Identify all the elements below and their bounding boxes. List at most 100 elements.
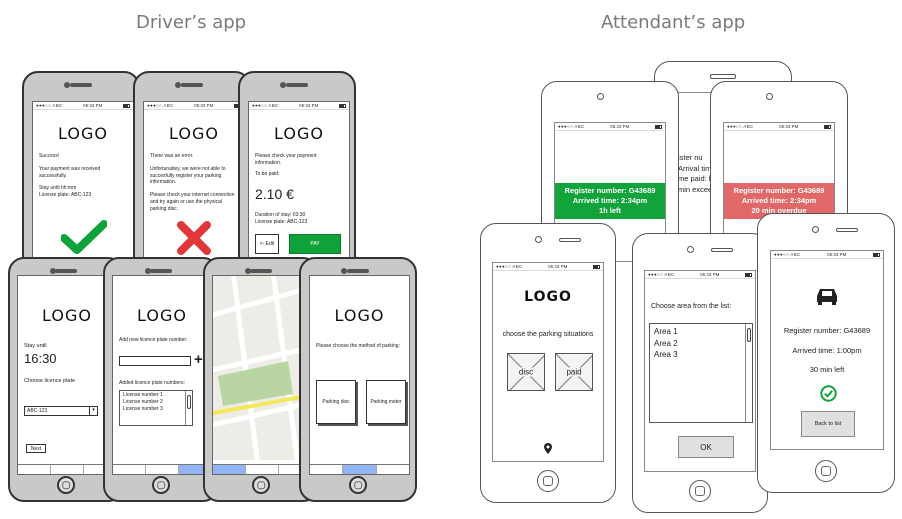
home-button[interactable] xyxy=(815,460,837,482)
home-button[interactable] xyxy=(689,480,711,502)
parking-disc-button[interactable]: Parking disc xyxy=(316,380,356,424)
register-number: Register number: G43689 xyxy=(564,186,656,195)
scrollbar[interactable] xyxy=(185,391,192,425)
tab-home[interactable]: Home xyxy=(51,465,84,474)
method-prompt: Please choose the method of parking: xyxy=(316,343,400,349)
new-plate-input[interactable] xyxy=(119,356,191,366)
pay-button[interactable]: PAY xyxy=(289,234,341,254)
list-item[interactable]: Area 2 xyxy=(654,338,748,350)
register-number: Register number: G43689 xyxy=(733,186,825,195)
disc-label: disc xyxy=(516,367,536,377)
choose-prompt: choose the parking situations xyxy=(502,331,594,338)
plate-select[interactable]: ABC-123 ▾ xyxy=(24,406,98,416)
driver-error-phone: ●●●○○ ABC 05:33 PM LOGO There was an erro… xyxy=(133,71,251,281)
error-line2: Please check your internet connection an… xyxy=(150,192,235,212)
tab-map[interactable]: Map xyxy=(213,465,246,474)
back-to-list-button[interactable]: Back to list xyxy=(801,411,855,437)
area-prompt: Choose area from the list: xyxy=(651,303,732,310)
status-bar: ●●●○○ ABC 05:33 PM xyxy=(33,102,133,110)
arrived-time: Arrived time: 1:00pm xyxy=(792,345,862,355)
home-button[interactable] xyxy=(349,476,367,494)
scrollbar[interactable] xyxy=(745,324,752,422)
driver-success-phone: ●●●○○ ABC 05:33 PM LOGO Success! Your pay… xyxy=(22,71,140,281)
choose-plate-label: Choose licence plate xyxy=(24,378,76,385)
arrived-time: Arrived time: 2:34pm xyxy=(741,196,817,206)
location-pin-icon[interactable] xyxy=(543,443,553,455)
payment-amount: 2.10 € xyxy=(255,186,294,203)
status-banner-ok: Register number: G43689 Arrived time: 2:… xyxy=(555,183,665,220)
paid-label: paid xyxy=(564,367,584,377)
list-item[interactable]: License number 2 xyxy=(123,399,189,406)
list-item[interactable]: Area 1 xyxy=(654,326,748,338)
driver-method-phone: LOGO Please choose the method of parking… xyxy=(299,257,417,502)
stay-until-label: Stay until xyxy=(24,343,47,349)
home-button[interactable] xyxy=(537,470,559,492)
register-number: Register number: G43689 xyxy=(783,326,871,335)
add-plate-label: Add new licence plate number: xyxy=(119,337,188,343)
add-plate-icon[interactable]: + xyxy=(194,352,203,367)
tab-map[interactable]: Map xyxy=(310,465,344,474)
list-item[interactable]: License number 1 xyxy=(123,392,189,399)
stay-until-text: Stay until hh:mm xyxy=(39,185,77,192)
choose-screen: ●●●○○ ABC 05:33 PM LOGO choose the parkin… xyxy=(492,262,604,462)
map-screen: Map Home Settings xyxy=(212,275,312,475)
app-logo: LOGO xyxy=(334,306,385,325)
app-logo: LOGO xyxy=(137,306,187,325)
error-x-icon xyxy=(177,221,211,255)
to-be-paid-label: To be paid: xyxy=(255,170,280,177)
attendant-app-title: Attendant’s app xyxy=(601,12,746,33)
method-screen: LOGO Please choose the method of parking… xyxy=(309,275,410,475)
tab-home[interactable]: Home xyxy=(246,465,279,474)
license-plate-text: License plate: ABC-123 xyxy=(39,192,92,198)
map-view[interactable] xyxy=(213,276,312,460)
disc-button[interactable]: disc xyxy=(507,353,545,391)
detail-screen: ●●●○○ ABC 05:33 PM Register number: G4368… xyxy=(770,250,884,450)
added-plates-label: Added licence plate numbers: xyxy=(119,380,185,386)
car-icon xyxy=(817,289,837,305)
stay-until-time: 16:30 xyxy=(24,351,57,367)
tab-settings[interactable]: Settings xyxy=(377,465,409,474)
payment-screen: ●●●○○ ABC 05:33 PM LOGO Please check your… xyxy=(248,101,350,281)
tab-map[interactable]: Map xyxy=(113,465,146,474)
app-logo: LOGO xyxy=(524,289,572,305)
driver-payment-phone: ●●●○○ ABC 05:33 PM LOGO Please check your… xyxy=(238,71,356,281)
tab-map[interactable]: Map xyxy=(18,465,51,474)
area-screen: ●●●○○ ABC 05:33 PM Choose area from the l… xyxy=(644,270,756,472)
list-item[interactable]: Area 3 xyxy=(654,349,748,361)
tab-bar: Map Home Settings xyxy=(113,464,211,474)
payment-intro: Please check your payment information. xyxy=(255,153,317,166)
tab-bar: Map Home Settings xyxy=(310,464,409,474)
driver-settings-phone: LOGO Add new licence plate number: + Add… xyxy=(103,257,219,502)
list-item[interactable]: License number 3 xyxy=(123,406,189,413)
error-line1: Unfortunatley, we were not able to succe… xyxy=(150,165,226,186)
attendant-area-phone: ●●●○○ ABC 05:33 PM Choose area from the l… xyxy=(632,233,768,513)
error-message: There was an error. Unfortunatley, we we… xyxy=(144,143,244,212)
time-left: 30 min left xyxy=(809,365,845,374)
tab-bar: Map Home Settings xyxy=(18,464,116,474)
tab-bar: Map Home Settings xyxy=(213,464,311,474)
paid-button[interactable]: paid xyxy=(555,353,593,391)
tab-home[interactable]: Home xyxy=(146,465,179,474)
check-circle-icon xyxy=(820,385,837,402)
ok-button[interactable]: OK xyxy=(678,436,734,458)
arrived-time: Arrived time: 2:34pm xyxy=(572,196,648,206)
area-list[interactable]: Area 1 Area 2 Area 3 xyxy=(649,323,753,423)
home-button[interactable] xyxy=(152,476,170,494)
edit-button[interactable]: <- Edit xyxy=(255,234,279,254)
selected-plate: ABC-123 xyxy=(27,408,48,414)
settings-screen: LOGO Add new licence plate number: + Add… xyxy=(112,275,212,475)
error-heading: There was an error. xyxy=(150,153,194,159)
tab-home[interactable]: Home xyxy=(343,465,377,474)
app-logo: LOGO xyxy=(58,124,108,143)
parking-meter-button[interactable]: Parking meter xyxy=(366,380,406,424)
next-button[interactable]: Next xyxy=(26,444,46,453)
home-button[interactable] xyxy=(57,476,75,494)
duration-text: Duration of stay: 03:30 xyxy=(255,212,306,219)
app-logo: LOGO xyxy=(42,306,92,325)
time-left: 1h left xyxy=(598,206,622,216)
checkmark-icon xyxy=(61,220,107,254)
plate-list[interactable]: License number 1 License number 2 Licens… xyxy=(119,390,193,426)
chevron-down-icon: ▾ xyxy=(89,407,97,415)
home-button[interactable] xyxy=(252,476,270,494)
driver-app-title: Driver’s app xyxy=(136,12,247,33)
